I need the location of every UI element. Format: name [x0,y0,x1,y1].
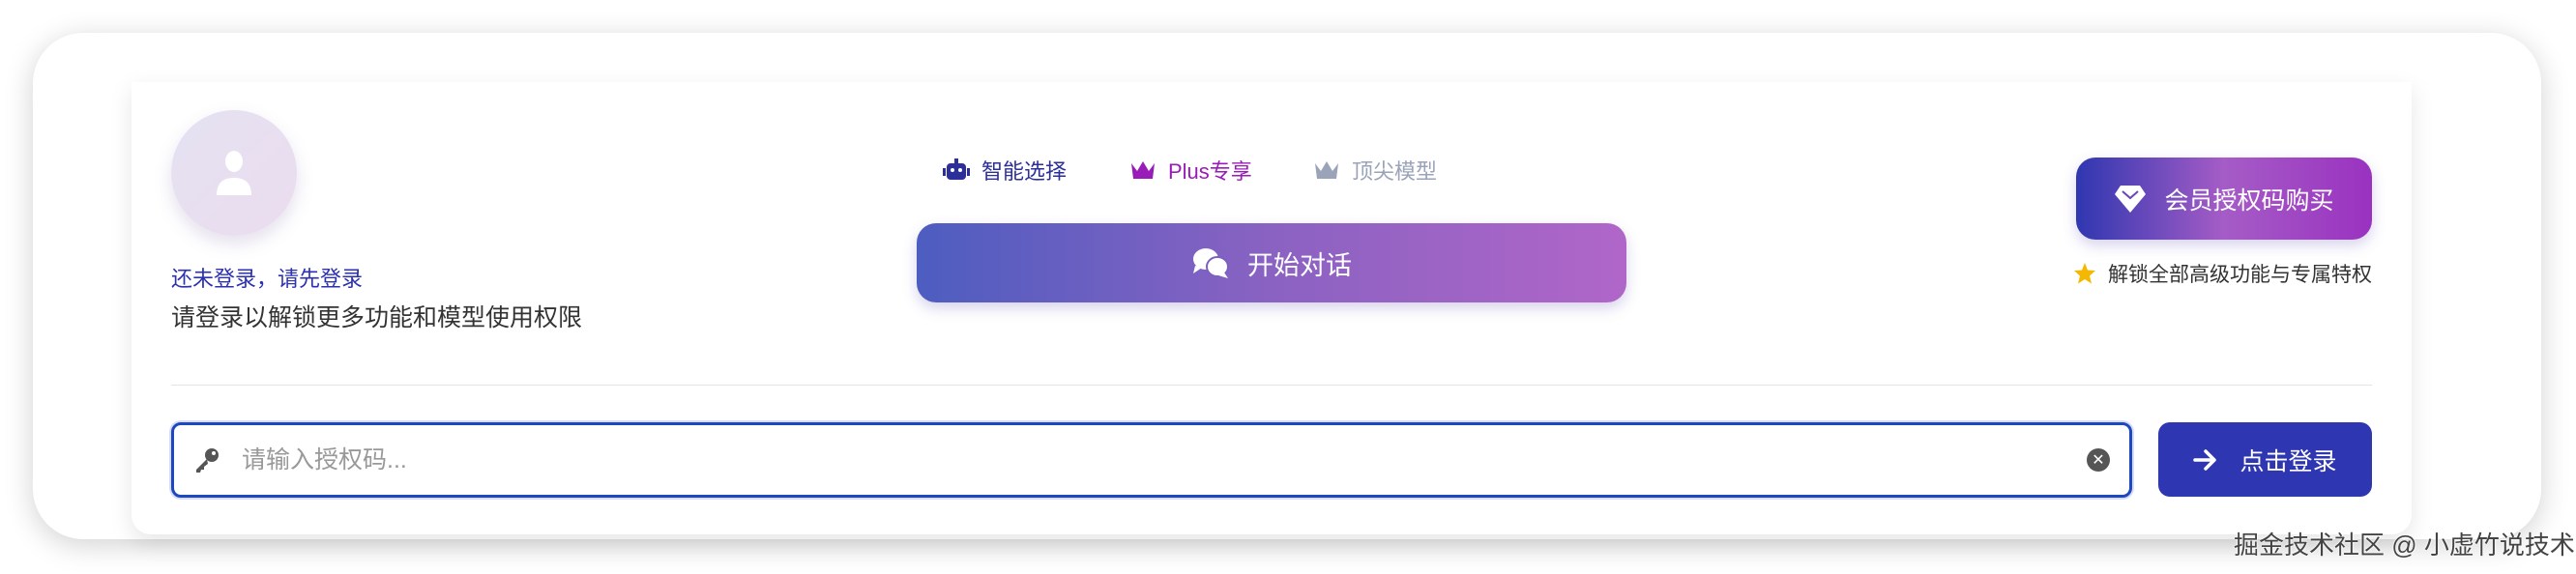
clear-input-icon[interactable]: ✕ [2087,448,2110,472]
start-chat-label: 开始对话 [1247,250,1352,280]
tab-label: 顶尖模型 [1352,159,1438,184]
start-chat-button[interactable]: 开始对话 [917,223,1626,302]
avatar [171,110,297,236]
login-status: 还未登录，请先登录 [171,267,364,291]
buy-license-button[interactable]: 会员授权码购买 [2076,158,2372,240]
watermark: 掘金技术社区 @ 小虚竹说技术 [2234,531,2575,560]
star-icon [2074,263,2095,284]
user-icon [217,151,251,195]
login-button[interactable]: 点击登录 [2158,422,2372,497]
gem-icon [2115,185,2147,213]
crown-icon [1131,161,1155,179]
tab-smart-select[interactable]: 智能选择 [943,155,1067,186]
perk-note: 解锁全部高级功能与专属特权 [2073,259,2372,288]
license-code-field[interactable]: ✕ [171,422,2132,498]
buy-license-label: 会员授权码购买 [2164,187,2334,215]
tab-top-models[interactable]: 顶尖模型 [1313,155,1437,186]
crown-icon [1315,161,1338,179]
tab-plus[interactable]: Plus专享 [1129,155,1252,186]
robot-icon [943,158,970,180]
key-icon [196,448,219,473]
license-code-input[interactable] [242,445,2065,474]
arrow-right-icon [2193,448,2217,471]
tab-label: Plus专享 [1168,159,1252,184]
comments-icon [1193,248,1229,278]
divider [171,385,2372,386]
tab-label: 智能选择 [981,159,1068,184]
perk-text: 解锁全部高级功能与专属特权 [2108,264,2372,286]
login-hint: 请登录以解锁更多功能和模型使用权限 [171,304,583,331]
login-label: 点击登录 [2239,447,2337,475]
